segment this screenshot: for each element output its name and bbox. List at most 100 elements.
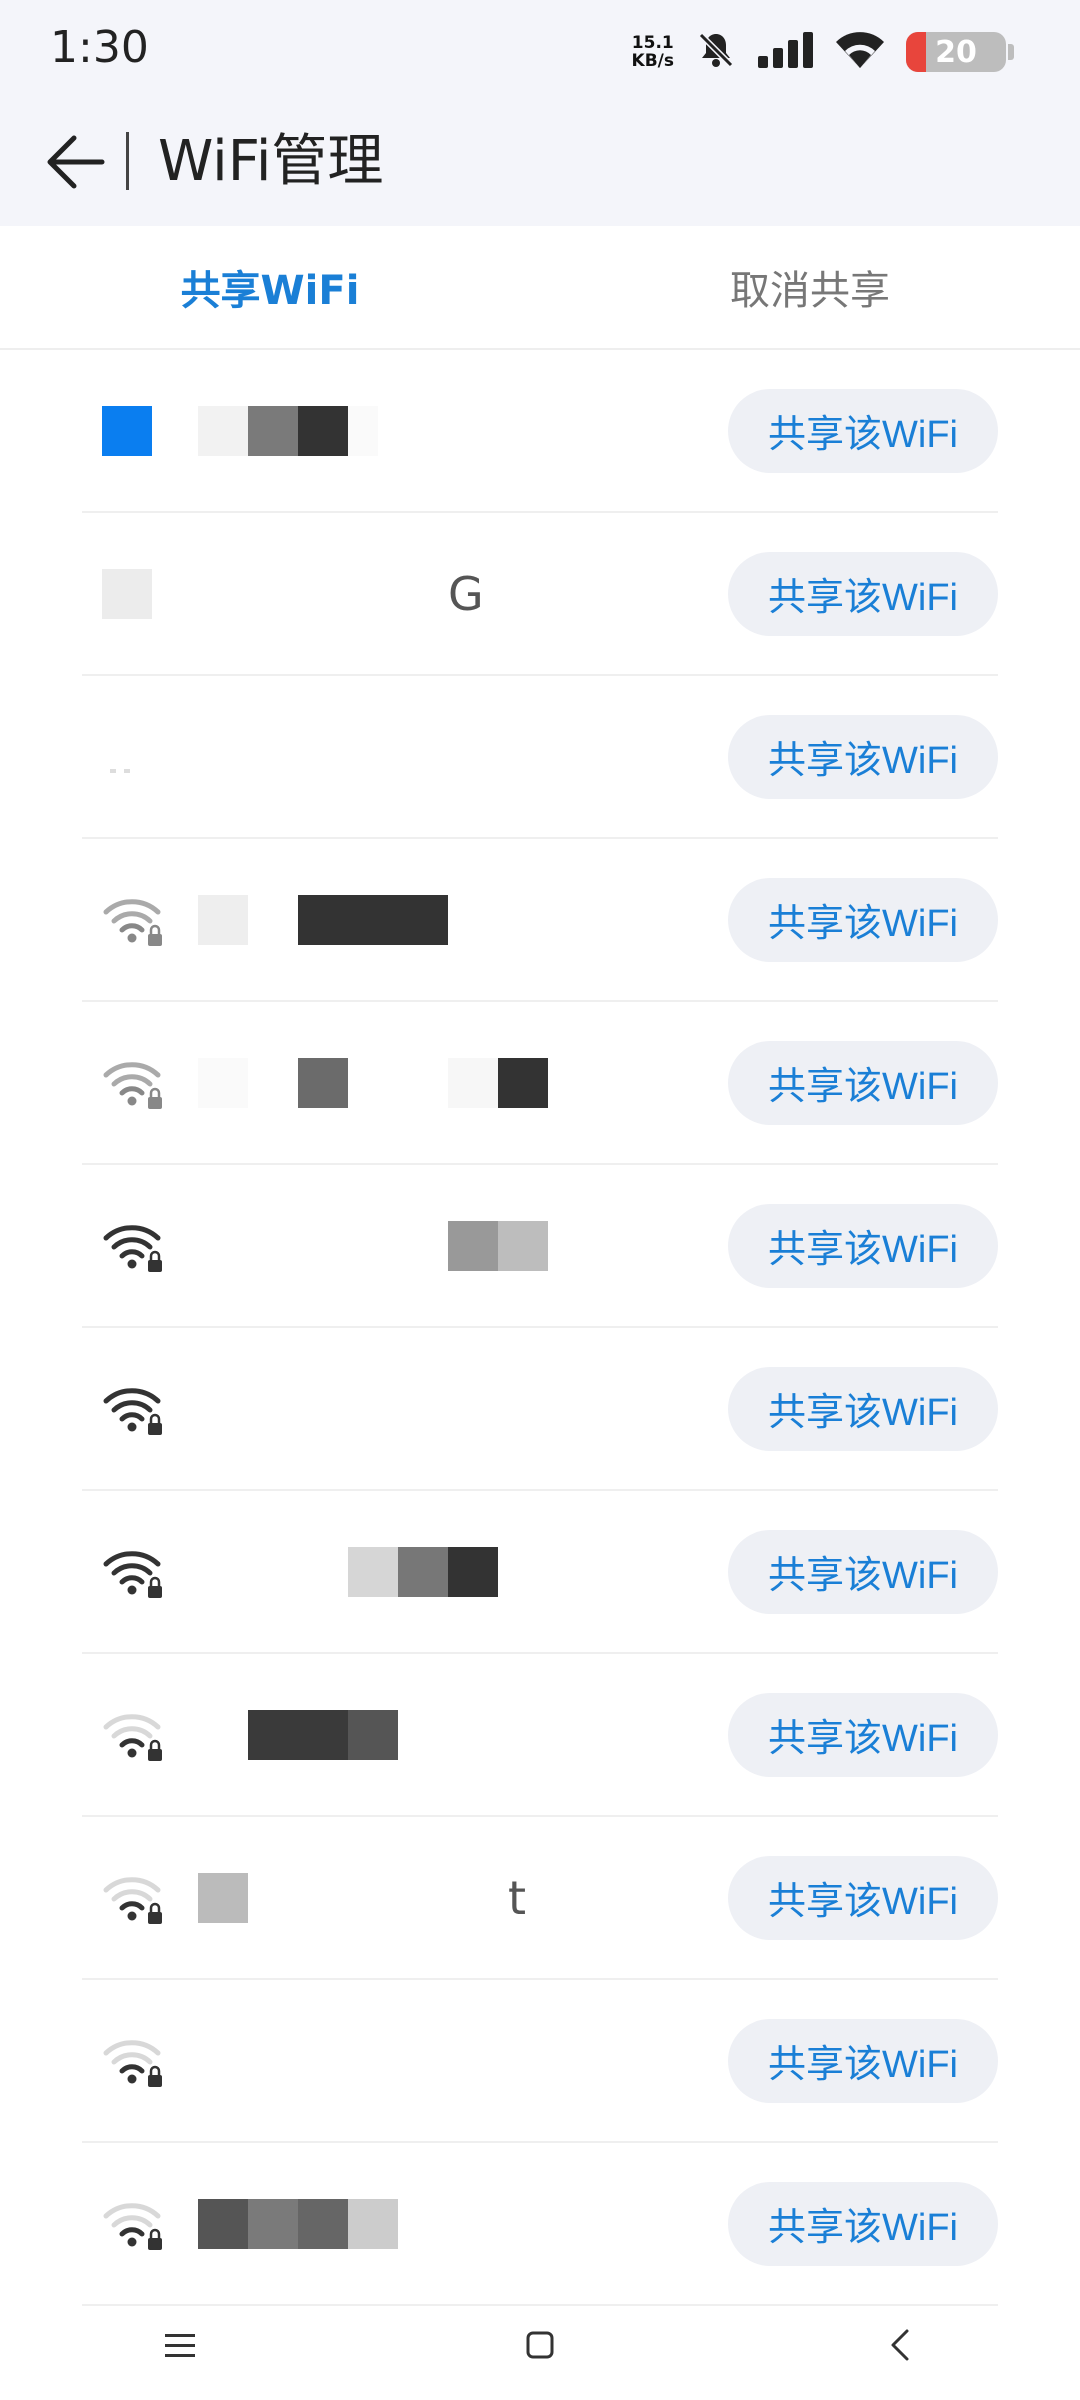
net-speed-value: 15.1 [631,33,674,53]
nav-menu-button[interactable] [140,2305,220,2385]
battery-nub [1008,44,1014,60]
ssid-redaction-block [198,1709,248,1760]
network-avatar-icon [102,729,166,785]
wifi-list-item: 共享该WiFi [82,1491,998,1654]
share-wifi-button[interactable]: 共享该WiFi [728,714,998,799]
wifi-ssid [198,2198,398,2250]
wifi-list: 共享该WiFi G 共享该WiFi 共享该WiFi 共享该WiFi 共享该WiFi 共享该W… [0,350,1080,2306]
ssid-redaction-block [198,405,248,456]
header-divider [126,132,129,190]
wifi-list-item: 共享该WiFi [82,1328,998,1491]
ssid-redaction-block [348,405,378,456]
ssid-redaction-block [198,2198,248,2249]
share-wifi-button[interactable]: 共享该WiFi [728,1692,998,1777]
wifi-lock-icon [102,1870,166,1926]
ssid-redaction-block [348,1057,448,1108]
ssid-redaction-block [448,1546,498,1597]
wifi-ssid [198,1220,548,1272]
ssid-redaction-block [248,405,298,456]
wifi-ssid [198,405,378,457]
wifi-list-item: G 共享该WiFi [82,513,998,676]
wifi-lock-icon [102,1544,166,1600]
wifi-list-item: 共享该WiFi [82,1654,998,1817]
wifi-list-item: 共享该WiFi [82,1980,998,2143]
ssid-redaction-block [298,2198,348,2249]
battery-icon: 20 [906,32,1006,72]
ssid-redaction-block [198,1220,448,1271]
ssid-redaction-block [298,894,448,945]
ssid-redaction-block [248,1057,298,1108]
ssid-redaction-block [248,894,298,945]
home-icon [526,2331,554,2359]
status-bar: 1:30 15.1 KB/s 20 [0,0,1080,104]
ssid-visible-text: t [508,1870,527,1925]
tab-cancel-share[interactable]: 取消共享 [540,226,1080,348]
ssid-redaction-block [448,1057,498,1108]
share-wifi-button[interactable]: 共享该WiFi [728,2181,998,2266]
wifi-lock-icon [102,1381,166,1437]
ssid-redaction-block [498,1220,548,1271]
share-wifi-button[interactable]: 共享该WiFi [728,1529,998,1614]
tab-bar: 共享WiFi 取消共享 [0,226,1080,350]
status-time: 1:30 [50,22,149,73]
wifi-ssid [198,894,448,946]
ssid-redaction-block [348,1709,398,1760]
wifi-ssid [198,1709,398,1761]
navigation-bar [0,2290,1080,2400]
ssid-redaction-block [298,405,348,456]
app-header: WiFi管理 [0,104,1080,226]
wifi-list-item: 共享该WiFi [82,676,998,839]
wifi-lock-icon [102,892,166,948]
wifi-lock-icon [102,1055,166,1111]
bell-off-icon [696,30,736,74]
share-wifi-button[interactable]: 共享该WiFi [728,1366,998,1451]
tab-share-wifi[interactable]: 共享WiFi [0,226,540,348]
network-avatar-icon [102,566,166,622]
ssid-redaction-block [348,2198,398,2249]
wifi-list-item: 共享该WiFi [82,839,998,1002]
share-wifi-button[interactable]: 共享该WiFi [728,2018,998,2103]
ssid-redaction-block [298,1709,348,1760]
share-wifi-button[interactable]: 共享该WiFi [728,551,998,636]
ssid-redaction-block [348,1546,398,1597]
signal-icon [758,32,814,72]
ssid-redaction-block [298,1057,348,1108]
wifi-lock-icon [102,2033,166,2089]
share-wifi-button[interactable]: 共享该WiFi [728,388,998,473]
share-wifi-button[interactable]: 共享该WiFi [728,1203,998,1288]
wifi-icon [836,32,884,72]
wifi-ssid: G [198,567,484,621]
wifi-ssid [198,1057,548,1109]
share-wifi-button[interactable]: 共享该WiFi [728,1040,998,1125]
wifi-lock-icon [102,1707,166,1763]
top-area: 1:30 15.1 KB/s 20 WiFi管理 [0,0,1080,226]
network-avatar-icon [102,403,166,459]
arrow-left-icon [47,135,105,189]
nav-home-button[interactable] [500,2305,580,2385]
net-speed: 15.1 KB/s [632,34,674,70]
wifi-ssid: t [198,1870,527,1925]
ssid-redaction-block [498,1057,548,1108]
net-speed-unit: KB/s [631,51,674,71]
ssid-redaction-block [448,1220,498,1271]
back-button[interactable] [36,122,116,202]
wifi-list-item: 共享该WiFi [82,1165,998,1328]
wifi-ssid [198,1546,498,1598]
ssid-redaction-block [198,1872,248,1923]
nav-back-button[interactable] [860,2305,940,2385]
ssid-redaction-block [198,1057,248,1108]
battery-level: 20 [935,34,977,70]
ssid-redaction-block [248,2198,298,2249]
ssid-redaction-block [398,1546,448,1597]
wifi-list-item: 共享该WiFi [82,2143,998,2306]
back-icon [891,2329,909,2361]
wifi-list-item: 共享该WiFi [82,1002,998,1165]
ssid-redaction-block [198,894,248,945]
wifi-lock-icon [102,1218,166,1274]
share-wifi-button[interactable]: 共享该WiFi [728,1855,998,1940]
page-title: WiFi管理 [158,129,384,194]
share-wifi-button[interactable]: 共享该WiFi [728,877,998,962]
wifi-list-item: 共享该WiFi [82,350,998,513]
wifi-lock-icon [102,2196,166,2252]
wifi-list-item: t 共享该WiFi [82,1817,998,1980]
